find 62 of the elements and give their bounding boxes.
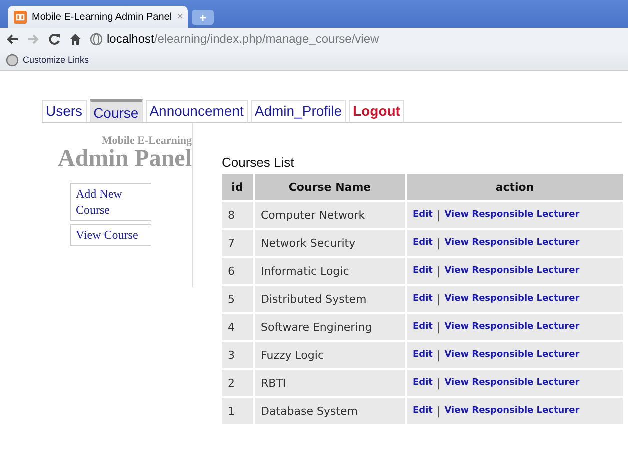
nav-tab[interactable]: Announcement (146, 100, 248, 122)
column-header: action (407, 174, 623, 200)
separator: | (436, 404, 441, 418)
table-cell: Computer Network (255, 202, 405, 228)
separator: | (436, 236, 441, 250)
globe-icon (6, 54, 19, 66)
view-lecturer-link[interactable]: View Responsible Lecturer (444, 294, 580, 304)
nav-tab[interactable]: Users (42, 100, 87, 122)
reload-icon[interactable] (48, 32, 61, 46)
separator: | (436, 208, 441, 222)
edit-link[interactable]: Edit (413, 322, 433, 332)
panel-title: Admin Panel (58, 147, 192, 171)
sidebar-link[interactable]: Add New Course (70, 183, 151, 221)
tab-title: Mobile E-Learning Admin Panel (32, 12, 172, 22)
nav-tab[interactable]: Course (90, 99, 143, 122)
view-lecturer-link[interactable]: View Responsible Lecturer (444, 238, 580, 248)
view-lecturer-link[interactable]: View Responsible Lecturer (444, 378, 580, 388)
back-icon[interactable] (6, 32, 19, 46)
table-cell: Database System (255, 398, 405, 424)
edit-link[interactable]: Edit (413, 350, 433, 360)
table-title: Courses List (222, 155, 296, 170)
table-cell: Network Security (255, 230, 405, 256)
separator: | (436, 348, 441, 362)
globe-icon (90, 32, 103, 46)
edit-link[interactable]: Edit (413, 406, 433, 416)
table-cell: Distributed System (255, 286, 405, 312)
separator: | (436, 320, 441, 334)
table-cell: Software Enginering (255, 314, 405, 340)
sidebar-link[interactable]: View Course (70, 224, 151, 246)
bookmark-link[interactable]: Customize Links (23, 55, 90, 65)
table-cell: 6 (222, 258, 253, 284)
edit-link[interactable]: Edit (413, 294, 433, 304)
edit-link[interactable]: Edit (413, 378, 433, 388)
column-header: id (222, 174, 253, 200)
table-cell: 2 (222, 370, 253, 396)
table-cell: RBTI (255, 370, 405, 396)
nav-tab[interactable]: Logout (349, 100, 404, 122)
table-cell: 5 (222, 286, 253, 312)
column-header: Course Name (255, 174, 405, 200)
table-cell: Fuzzy Logic (255, 342, 405, 368)
panel-subtitle: Mobile E-Learning (102, 135, 192, 147)
separator: | (436, 264, 441, 278)
edit-link[interactable]: Edit (413, 210, 433, 220)
view-lecturer-link[interactable]: View Responsible Lecturer (444, 322, 580, 332)
edit-link[interactable]: Edit (413, 266, 433, 276)
view-lecturer-link[interactable]: View Responsible Lecturer (444, 350, 580, 360)
table-cell: 7 (222, 230, 253, 256)
table-cell: 3 (222, 342, 253, 368)
separator: | (436, 292, 441, 306)
table-cell: 4 (222, 314, 253, 340)
view-lecturer-link[interactable]: View Responsible Lecturer (444, 406, 580, 416)
app-icon (14, 10, 27, 24)
table-cell: Informatic Logic (255, 258, 405, 284)
separator: | (436, 376, 441, 390)
table-cell: 8 (222, 202, 253, 228)
nav-tab[interactable]: Admin_Profile (250, 100, 346, 122)
view-lecturer-link[interactable]: View Responsible Lecturer (444, 210, 580, 220)
view-lecturer-link[interactable]: View Responsible Lecturer (444, 266, 580, 276)
browser-tab[interactable]: Mobile E-Learning Admin Panel × (8, 6, 188, 28)
edit-link[interactable]: Edit (413, 238, 433, 248)
home-icon[interactable] (69, 32, 82, 46)
table-cell: 1 (222, 398, 253, 424)
